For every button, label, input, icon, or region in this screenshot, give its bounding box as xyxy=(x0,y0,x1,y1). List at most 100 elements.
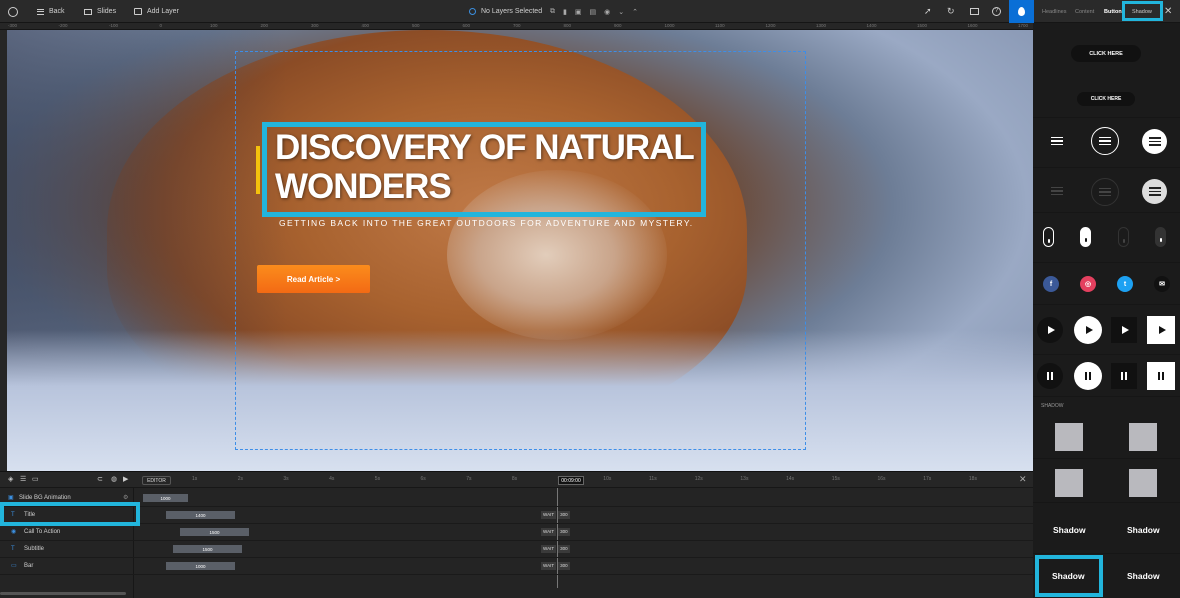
twitter-icon[interactable]: t xyxy=(1117,276,1133,292)
subtitle-layer[interactable]: GETTING BACK INTO THE GREAT OUTDOORS FOR… xyxy=(279,218,694,228)
wait-label: WAIT xyxy=(541,562,557,570)
tab-content[interactable]: Content xyxy=(1075,0,1094,23)
preset-play-square-dark[interactable] xyxy=(1111,317,1137,343)
play-icon[interactable]: ▶ xyxy=(123,475,128,483)
ruler-mark: 500 xyxy=(412,23,420,28)
preset-shadow-text-4[interactable]: Shadow xyxy=(1127,571,1160,581)
preset-pause-square-light[interactable] xyxy=(1147,362,1175,390)
ruler-mark: 700 xyxy=(513,23,521,28)
undo-icon[interactable]: ↻ xyxy=(947,0,955,23)
preset-pause-round-dark[interactable] xyxy=(1037,363,1063,389)
close-timeline-icon[interactable]: ✕ xyxy=(1019,474,1027,485)
preset-menu-light[interactable] xyxy=(1142,179,1167,204)
slides-button[interactable]: Slides xyxy=(84,0,116,23)
timeline-row[interactable]: T Subtitle 1500 WAIT 300 xyxy=(0,541,1033,558)
preset-scroll-dim[interactable] xyxy=(1118,227,1129,247)
animation-bar[interactable]: 1500 xyxy=(173,545,242,553)
timeline-tick: 4s xyxy=(329,476,335,482)
settings-icon[interactable]: ⚙ xyxy=(123,494,128,501)
preset-scroll-filled[interactable] xyxy=(1080,227,1091,247)
accent-bar-layer[interactable] xyxy=(256,146,260,194)
layer-group-bounds[interactable] xyxy=(235,51,806,450)
slide-canvas[interactable]: DISCOVERY OF NATURAL WONDERS GETTING BAC… xyxy=(7,30,1033,471)
preset-menu-plain[interactable] xyxy=(1049,130,1065,152)
ruler-mark: 1000 xyxy=(664,23,675,28)
audio-icon[interactable]: ◍ xyxy=(111,475,117,483)
desktop-view-button[interactable] xyxy=(970,0,979,23)
close-icon[interactable]: ✕ xyxy=(1164,0,1172,23)
desktop-icon xyxy=(970,8,979,15)
preset-pause-round-light[interactable] xyxy=(1074,362,1102,390)
slides-label: Slides xyxy=(97,8,117,15)
animation-bar[interactable]: 1000 xyxy=(143,494,188,502)
layers-stack-icon[interactable]: ◈ xyxy=(8,475,13,483)
preset-play-round-dark[interactable] xyxy=(1037,317,1063,343)
pointer-tool-icon[interactable]: ➚ xyxy=(924,0,932,23)
duplicate-icon[interactable]: ▣ xyxy=(575,8,582,16)
preset-shadow-text-2[interactable]: Shadow xyxy=(1127,525,1160,535)
visibility-icon[interactable]: ◉ xyxy=(604,8,610,16)
preset-row-pills: CLICK HERE CLICK HERE xyxy=(1033,23,1180,118)
animation-bar[interactable]: 1000 xyxy=(166,562,235,570)
lock-icon[interactable]: ▤ xyxy=(589,8,596,16)
delete-icon[interactable]: ▮ xyxy=(563,8,567,16)
add-layer-icon xyxy=(134,8,142,15)
copy-icon[interactable]: ⧉ xyxy=(550,8,555,16)
wait-marker[interactable]: WAIT 300 xyxy=(541,528,570,536)
ruler-mark: 600 xyxy=(462,23,471,28)
slides-icon xyxy=(84,8,92,15)
preset-play-square-light[interactable] xyxy=(1147,316,1175,344)
style-panel-button[interactable] xyxy=(1009,0,1034,23)
preset-shadow-box-3[interactable] xyxy=(1055,469,1083,497)
add-layer-button[interactable]: Add Layer xyxy=(134,0,179,23)
timeline-row[interactable]: ▣ Slide BG Animation ⚙ 1000 xyxy=(0,490,1033,507)
preset-click-here-large[interactable]: CLICK HERE xyxy=(1071,45,1141,62)
ruler-mark: 400 xyxy=(361,23,370,28)
ruler-mark: 300 xyxy=(311,23,319,28)
layer-selection-status[interactable]: No Layers Selected xyxy=(469,0,542,23)
call-to-action-button[interactable]: Read Article > xyxy=(257,265,370,293)
facebook-icon[interactable]: f xyxy=(1043,276,1059,292)
preset-play-round-light[interactable] xyxy=(1074,316,1102,344)
chevron-up-icon[interactable]: ⌃ xyxy=(632,8,638,16)
current-time-display[interactable]: 00:09:00 xyxy=(558,476,584,485)
back-button[interactable]: Back xyxy=(37,0,65,23)
folder-icon[interactable]: ▭ xyxy=(32,475,39,483)
timeline-row[interactable]: ▭ Bar 1000 WAIT 300 xyxy=(0,558,1033,575)
wait-value: 300 xyxy=(558,511,570,519)
preset-menu-outlined[interactable] xyxy=(1091,127,1119,155)
wordpress-logo-button[interactable] xyxy=(8,0,18,23)
wait-marker[interactable]: WAIT 300 xyxy=(541,545,570,553)
help-button[interactable]: ? xyxy=(992,0,1001,23)
wait-label: WAIT xyxy=(541,545,557,553)
list-icon[interactable]: ☰ xyxy=(20,475,26,483)
timeline-row[interactable]: T Title 1400 WAIT 300 xyxy=(0,507,1033,524)
preset-menu-dim[interactable] xyxy=(1049,180,1065,202)
timeline-row[interactable]: ◉ Call To Action 1500 WAIT 300 xyxy=(0,524,1033,541)
preset-click-here-small[interactable]: CLICK HERE xyxy=(1077,92,1135,106)
preset-menu-dim-outlined[interactable] xyxy=(1091,178,1119,206)
preset-pause-square-dark[interactable] xyxy=(1111,363,1137,389)
preset-shadow-box-1[interactable] xyxy=(1055,423,1083,451)
timeline-scrollbar[interactable] xyxy=(0,592,126,595)
wait-marker[interactable]: WAIT 300 xyxy=(541,562,570,570)
loop-icon[interactable]: ⊂ xyxy=(97,475,103,483)
preset-shadow-box-4[interactable] xyxy=(1129,469,1157,497)
help-icon: ? xyxy=(992,7,1001,16)
droplet-icon xyxy=(1018,7,1025,16)
chevron-down-icon[interactable]: ⌄ xyxy=(618,8,624,16)
email-icon[interactable]: ✉ xyxy=(1154,276,1170,292)
animation-bar[interactable]: 1500 xyxy=(180,528,249,536)
layer-label: Slide BG Animation xyxy=(19,495,71,501)
preset-shadow-text-1[interactable]: Shadow xyxy=(1053,525,1086,535)
tab-headlines[interactable]: Headlines xyxy=(1042,0,1066,23)
timeline-tick: 11s xyxy=(649,476,657,482)
preset-shadow-box-2[interactable] xyxy=(1129,423,1157,451)
preset-scroll-outlined[interactable] xyxy=(1043,227,1054,247)
preset-menu-filled[interactable] xyxy=(1142,129,1167,154)
editor-mode-button[interactable]: EDITOR xyxy=(142,476,171,485)
instagram-icon[interactable]: ◎ xyxy=(1080,276,1096,292)
animation-bar[interactable]: 1400 xyxy=(166,511,235,519)
wait-marker[interactable]: WAIT 300 xyxy=(541,511,570,519)
preset-scroll-gray[interactable] xyxy=(1155,227,1166,247)
